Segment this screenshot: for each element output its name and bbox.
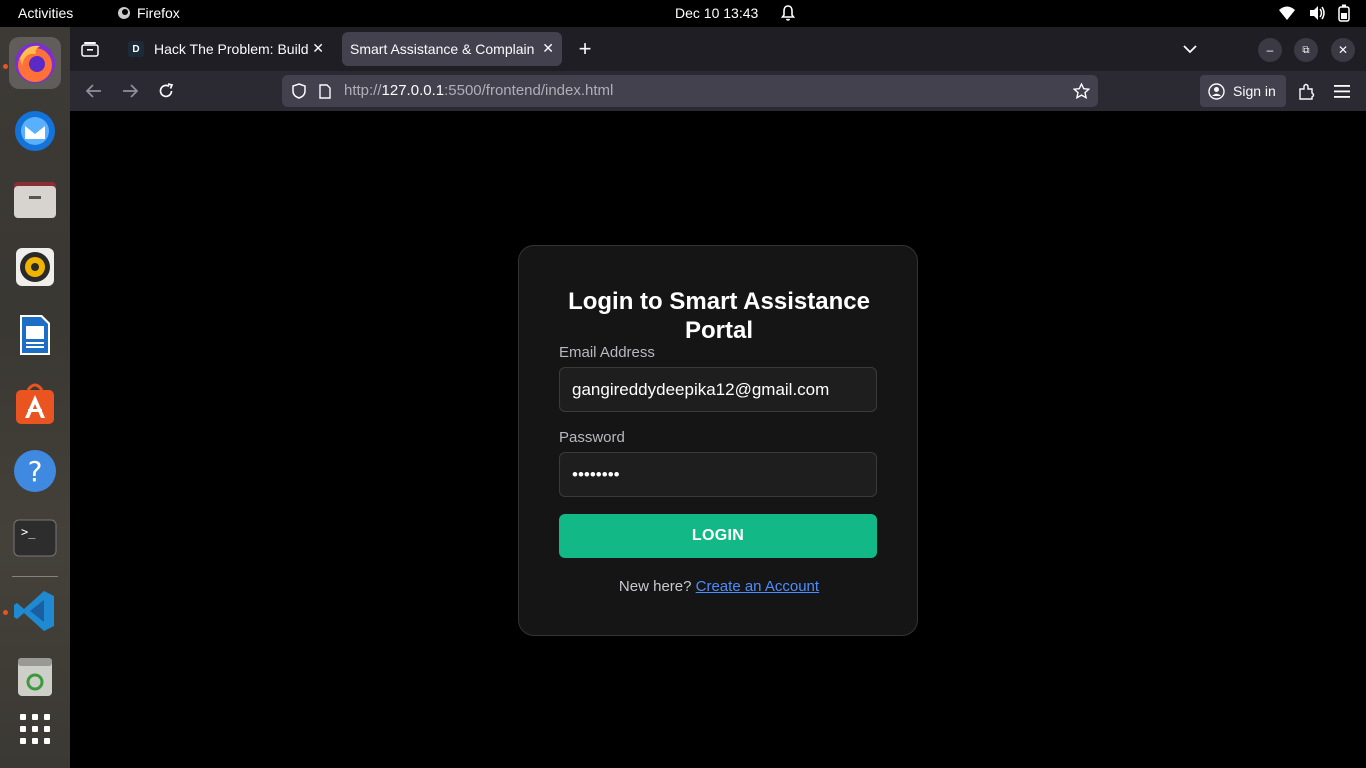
tab-close-icon[interactable]: ✕	[312, 40, 324, 57]
page-content: Login to Smart Assistance Portal Email A…	[70, 111, 1366, 768]
thunderbird-icon	[15, 111, 55, 151]
bookmark-star-icon[interactable]	[1072, 82, 1090, 100]
tab-title: Smart Assistance & Complain	[350, 41, 535, 57]
system-tray[interactable]	[1278, 4, 1350, 22]
system-top-bar: Activities Firefox Dec 10 13:43	[0, 0, 1366, 27]
tab-favicon: D	[128, 41, 144, 57]
rhythmbox-icon	[16, 248, 54, 286]
email-label: Email Address	[559, 344, 655, 361]
activities-button[interactable]: Activities	[18, 5, 73, 21]
signup-prompt-text: New here?	[618, 578, 692, 595]
login-button[interactable]: LOGIN	[559, 514, 877, 558]
login-card: Login to Smart Assistance Portal Email A…	[518, 245, 918, 636]
signup-prompt: New here? Create an Account	[519, 578, 919, 595]
dock-files[interactable]	[9, 173, 61, 225]
tab-hack-the-problem[interactable]: D Hack The Problem: Build ✕	[120, 32, 332, 66]
account-icon	[1208, 82, 1225, 100]
dock-firefox[interactable]	[9, 37, 61, 89]
minimize-button[interactable]: –	[1258, 38, 1282, 62]
tab-overview-icon[interactable]	[80, 39, 100, 59]
svg-text:>_: >_	[21, 525, 36, 539]
writer-icon	[20, 315, 50, 355]
sign-in-button[interactable]: Sign in	[1200, 75, 1286, 107]
url-bar[interactable]: http://127.0.0.1:5500/frontend/index.htm…	[282, 75, 1098, 107]
tab-close-icon[interactable]: ✕	[542, 40, 554, 57]
create-account-link[interactable]: Create an Account	[696, 578, 819, 595]
files-icon	[14, 182, 56, 218]
dock-ubuntu-software[interactable]	[9, 377, 61, 429]
forward-arrow-icon[interactable]	[120, 81, 140, 101]
software-store-icon	[16, 383, 54, 424]
navigation-bar: http://127.0.0.1:5500/frontend/index.htm…	[70, 71, 1366, 111]
url-text: http://127.0.0.1:5500/frontend/index.htm…	[344, 82, 613, 99]
reload-icon[interactable]	[156, 81, 176, 101]
vscode-icon	[14, 591, 54, 631]
dock-separator	[12, 576, 58, 577]
help-icon: ?	[14, 450, 56, 492]
sign-in-label: Sign in	[1233, 83, 1276, 99]
svg-text:?: ?	[28, 455, 43, 488]
running-indicator	[3, 64, 8, 69]
tab-smart-assistance[interactable]: Smart Assistance & Complain ✕	[342, 32, 562, 66]
trash-icon	[18, 658, 52, 696]
firefox-window: D Hack The Problem: Build ✕ Smart Assist…	[70, 27, 1366, 768]
extensions-icon[interactable]	[1296, 81, 1316, 101]
clock[interactable]: Dec 10 13:43	[675, 5, 758, 21]
app-grid-icon	[20, 714, 50, 744]
dock: ? >_	[0, 27, 70, 768]
close-window-button[interactable]: ✕	[1331, 38, 1355, 62]
battery-icon	[1338, 4, 1350, 22]
list-tabs-chevron-icon[interactable]	[1180, 39, 1200, 59]
wifi-icon	[1279, 6, 1295, 20]
app-name: Firefox	[137, 5, 180, 21]
terminal-icon: >_	[13, 519, 57, 557]
firefox-small-icon	[118, 7, 130, 19]
running-indicator	[3, 610, 8, 615]
page-info-icon[interactable]	[316, 82, 334, 100]
dock-vscode[interactable]	[9, 585, 61, 637]
dock-rhythmbox[interactable]	[9, 241, 61, 293]
notification-bell-icon[interactable]	[780, 4, 796, 25]
back-arrow-icon[interactable]	[84, 81, 104, 101]
dock-thunderbird[interactable]	[9, 105, 61, 157]
firefox-icon	[15, 43, 55, 83]
restore-button[interactable]: ⧉	[1294, 38, 1318, 62]
dock-trash[interactable]	[9, 651, 61, 703]
dock-libreoffice-writer[interactable]	[9, 309, 61, 361]
url-prefix: http://	[344, 82, 382, 99]
password-label: Password	[559, 429, 625, 446]
hamburger-menu-icon[interactable]	[1332, 81, 1352, 101]
show-applications-button[interactable]	[9, 703, 61, 755]
new-tab-icon[interactable]: +	[574, 36, 596, 61]
tab-title: Hack The Problem: Build	[154, 41, 309, 57]
dock-help[interactable]: ?	[9, 445, 61, 497]
shield-icon[interactable]	[290, 82, 308, 100]
volume-icon	[1310, 6, 1325, 20]
app-menu[interactable]: Firefox	[117, 5, 180, 21]
email-field[interactable]	[559, 367, 877, 412]
password-field[interactable]	[559, 452, 877, 497]
login-title: Login to Smart Assistance Portal	[568, 288, 870, 344]
dock-terminal[interactable]: >_	[9, 513, 61, 565]
tab-bar: D Hack The Problem: Build ✕ Smart Assist…	[70, 27, 1366, 71]
url-path: :5500/frontend/index.html	[444, 82, 614, 99]
url-host: 127.0.0.1	[381, 82, 445, 99]
